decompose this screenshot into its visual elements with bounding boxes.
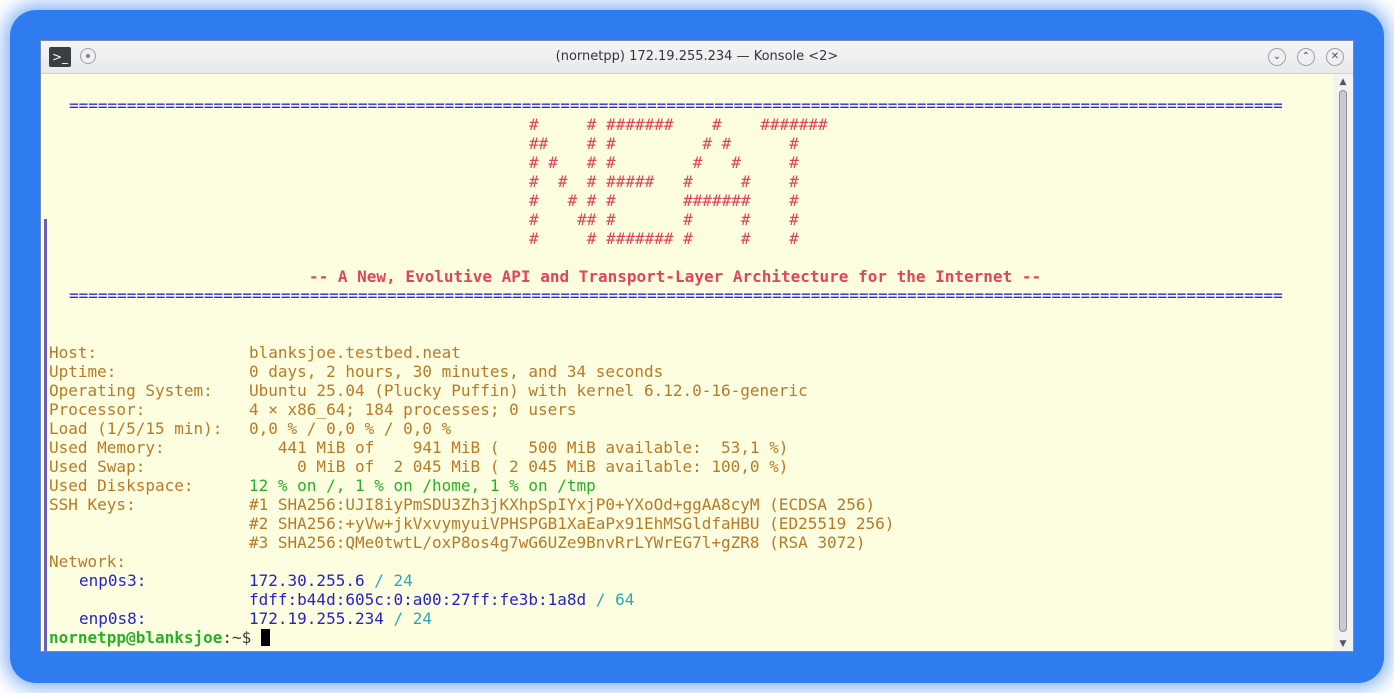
network-address-row: 172.19.255.234 / 24 — [249, 609, 432, 628]
network-prefix: / 24 — [374, 571, 413, 590]
info-label-swap: Used Swap: — [49, 457, 146, 476]
info-label-processor: Processor: — [49, 400, 146, 419]
info-value-ssh-key: #1 SHA256:UJI8iyPmSDU3Zh3jKXhpSpIYxjP0+Y… — [249, 495, 876, 514]
network-address-row: fdff:b44d:605c:0:a00:27ff:fe3b:1a8d / 64 — [249, 590, 634, 609]
konsole-window: >_ (nornetpp) 172.19.255.234 — Konsole <… — [40, 40, 1354, 652]
tagline: -- A New, Evolutive API and Transport-La… — [309, 267, 1042, 286]
info-value-host: blanksjoe.testbed.neat — [249, 343, 461, 362]
info-value-load: 0,0 % / 0,0 % / 0,0 % — [249, 419, 452, 438]
maximize-button[interactable]: ⌃ — [1297, 48, 1315, 66]
terminal-area[interactable]: ========================================… — [41, 74, 1333, 651]
info-value-uptime: 0 days, 2 hours, 30 minutes, and 34 seco… — [249, 362, 664, 381]
scroll-up-icon[interactable]: ▲ — [1337, 76, 1349, 88]
network-address: 172.19.255.234 — [249, 609, 384, 628]
text-cursor — [260, 629, 270, 646]
scrollbar-thumb[interactable] — [1339, 90, 1347, 632]
prompt-user-host: nornetpp@blanksjoe — [49, 628, 223, 647]
ascii-art-line: # # ####### # # # — [529, 229, 799, 248]
network-label: Network: — [49, 552, 127, 571]
info-label-ssh-keys: SSH Keys: — [49, 495, 136, 514]
minimize-button[interactable]: ⌄ — [1268, 48, 1286, 66]
info-label-uptime: Uptime: — [49, 362, 117, 381]
ascii-art-line: # # # ##### # # # — [529, 172, 799, 191]
info-value-os: Ubuntu 25.04 (Plucky Puffin) with kernel… — [249, 381, 808, 400]
info-value-ssh-key: #3 SHA256:QMe0twtL/oxP8os4g7wG6UZe9BnvRr… — [249, 533, 866, 552]
window-title: (nornetpp) 172.19.255.234 — Konsole <2> — [555, 49, 839, 64]
info-value-swap: 0 MiB of 2 045 MiB ( 2 045 MiB available… — [249, 457, 789, 476]
info-value-processor: 4 × x86_64; 184 processes; 0 users — [249, 400, 577, 419]
ascii-art-line: # # ####### # ####### — [529, 115, 828, 134]
info-label-host: Host: — [49, 343, 98, 362]
info-label-load: Load (1/5/15 min): — [49, 419, 223, 438]
title-bar[interactable]: >_ (nornetpp) 172.19.255.234 — Konsole <… — [41, 41, 1353, 74]
ascii-art-line: # ## # # # # — [529, 210, 799, 229]
network-iface: enp0s8: — [79, 609, 147, 628]
banner-rule-bottom: ========================================… — [69, 286, 1283, 305]
network-address: fdff:b44d:605c:0:a00:27ff:fe3b:1a8d — [249, 590, 587, 609]
banner-rule-top: ========================================… — [69, 96, 1283, 115]
info-value-memory: 441 MiB of 941 MiB ( 500 MiB available: … — [249, 438, 789, 457]
prompt-path: :~$ — [222, 628, 261, 647]
info-label-diskspace: Used Diskspace: — [49, 476, 194, 495]
info-value-diskspace: 12 % on /, 1 % on /home, 1 % on /tmp — [249, 476, 596, 495]
close-button[interactable]: ✕ — [1326, 48, 1344, 66]
network-prefix: / 64 — [595, 590, 635, 609]
focus-indicator — [44, 219, 47, 651]
info-label-memory: Used Memory: — [49, 438, 165, 457]
ascii-art-line: # # # # ####### # — [529, 191, 799, 210]
network-iface: enp0s3: — [79, 571, 147, 590]
scroll-down-icon[interactable]: ▼ — [1337, 638, 1349, 650]
network-address-row: 172.30.255.6 / 24 — [249, 571, 413, 590]
network-prefix: / 24 — [393, 609, 433, 628]
vertical-scrollbar[interactable]: ▲ ▼ — [1333, 74, 1353, 651]
shell-prompt[interactable]: nornetpp@blanksjoe:~$ — [49, 628, 270, 647]
scrollbar-track[interactable] — [1339, 90, 1347, 632]
ascii-art-line: # # # # # # # — [529, 153, 799, 172]
ascii-art-line: ## # # # # # — [529, 134, 799, 153]
info-label-os: Operating System: — [49, 381, 213, 400]
info-value-ssh-key: #2 SHA256:+yVw+jkVxvymyuiVPHSPGB1XaEaPx9… — [249, 514, 895, 533]
network-address: 172.30.255.6 — [249, 571, 365, 590]
